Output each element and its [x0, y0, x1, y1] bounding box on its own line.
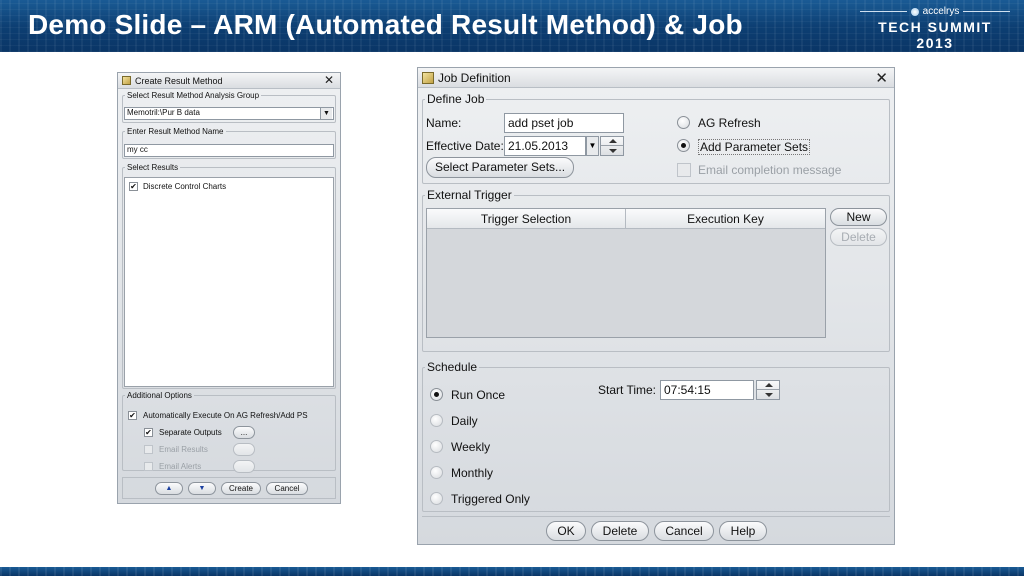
additional-options-section: Additional Options — [122, 391, 336, 471]
create-result-method-dialog: Create Result Method ✕ Select Result Met… — [117, 72, 341, 504]
job-definition-dialog: Job Definition ✕ Define Job Name: add ps… — [417, 67, 895, 545]
method-name-legend: Enter Result Method Name — [127, 127, 224, 136]
move-down-button[interactable]: ▼ — [188, 482, 216, 495]
effective-date-label: Effective Date: — [426, 139, 504, 153]
analysis-group-select[interactable]: Memotril:\Pur B data ▼ — [124, 107, 334, 120]
slide-header: Demo Slide – ARM (Automated Result Metho… — [0, 0, 1024, 52]
email-results-label: Email Results — [159, 445, 208, 454]
chevron-down-icon: ▼ — [320, 108, 332, 119]
add-parameter-sets-label: Add Parameter Sets — [698, 139, 811, 155]
email-alerts-options-button[interactable] — [233, 460, 255, 473]
select-parameter-sets-button[interactable]: Select Parameter Sets... — [426, 157, 574, 178]
slide-title: Demo Slide – ARM (Automated Result Metho… — [28, 9, 743, 40]
dialog-titlebar[interactable]: Create Result Method ✕ — [118, 73, 340, 89]
start-time-spinner[interactable] — [756, 380, 780, 400]
define-job-legend: Define Job — [427, 92, 485, 106]
trigger-table: Trigger Selection Execution Key — [426, 208, 826, 338]
auto-execute-checkbox[interactable]: ✔ — [128, 411, 137, 420]
email-completion-label: Email completion message — [698, 163, 842, 177]
start-time-input[interactable]: 07:54:15 — [660, 380, 754, 400]
email-completion-checkbox[interactable] — [677, 163, 691, 177]
cancel-button[interactable]: Cancel — [266, 482, 308, 495]
email-alerts-checkbox[interactable] — [144, 462, 153, 471]
ag-refresh-label: AG Refresh — [698, 116, 761, 130]
separate-outputs-label: Separate Outputs — [159, 428, 222, 437]
additional-options-legend: Additional Options — [127, 391, 192, 400]
email-alerts-label: Email Alerts — [159, 462, 202, 471]
new-trigger-button[interactable]: New — [830, 208, 887, 226]
dialog-title: Create Result Method — [135, 75, 223, 86]
brand-name: accelrys — [922, 6, 960, 17]
app-cube-icon — [422, 71, 434, 84]
monthly-label: Monthly — [451, 466, 494, 480]
start-time-label: Start Time: — [598, 383, 657, 397]
separate-outputs-checkbox[interactable]: ✔ — [144, 428, 153, 437]
create-button[interactable]: Create — [221, 482, 261, 495]
triggered-only-label: Triggered Only — [451, 492, 530, 506]
close-icon[interactable]: ✕ — [875, 69, 888, 87]
app-cube-icon — [122, 76, 131, 85]
brand-event: TECH SUMMIT 2013 — [878, 19, 992, 51]
result-checkbox[interactable]: ✔ — [129, 182, 138, 191]
effective-date-input[interactable]: 21.05.2013 — [504, 136, 586, 156]
brand-logo: accelrys TECH SUMMIT 2013 — [860, 6, 1010, 51]
select-results-legend: Select Results — [127, 163, 179, 172]
date-dropdown-icon[interactable]: ▼ — [586, 136, 599, 156]
help-button[interactable]: Help — [719, 521, 767, 541]
ok-button[interactable]: OK — [546, 521, 586, 541]
dialog-titlebar[interactable]: Job Definition ✕ — [418, 68, 894, 88]
footer-buttons: ▲ ▼ Create Cancel — [122, 477, 336, 499]
triggered-only-radio[interactable] — [430, 492, 443, 505]
run-once-label: Run Once — [451, 388, 506, 402]
daily-radio[interactable] — [430, 414, 443, 427]
schedule-legend: Schedule — [427, 360, 478, 374]
dialog-footer: OK Delete Cancel Help — [422, 516, 890, 541]
close-icon[interactable]: ✕ — [324, 73, 334, 87]
separate-outputs-options-button[interactable]: ... — [233, 426, 255, 439]
weekly-radio[interactable] — [430, 440, 443, 453]
date-spinner[interactable] — [600, 136, 624, 156]
name-label: Name: — [426, 116, 462, 130]
result-label: Discrete Control Charts — [143, 182, 227, 191]
slide-footer-band — [0, 567, 1024, 576]
trigger-selection-header[interactable]: Trigger Selection — [427, 209, 626, 229]
email-results-checkbox[interactable] — [144, 445, 153, 454]
move-up-button[interactable]: ▲ — [155, 482, 183, 495]
accelrys-logo-icon — [910, 7, 919, 16]
results-list: ✔ Discrete Control Charts — [124, 177, 334, 387]
delete-trigger-button[interactable]: Delete — [830, 228, 887, 246]
email-results-options-button[interactable] — [233, 443, 255, 456]
method-name-input[interactable]: my cc — [124, 144, 334, 157]
monthly-radio[interactable] — [430, 466, 443, 479]
cancel-button[interactable]: Cancel — [654, 521, 714, 541]
analysis-group-value: Memotril:\Pur B data — [127, 108, 200, 117]
auto-execute-label: Automatically Execute On AG Refresh/Add … — [143, 411, 308, 420]
add-parameter-sets-radio[interactable] — [677, 139, 690, 152]
delete-button[interactable]: Delete — [591, 521, 649, 541]
dialog-title: Job Definition — [438, 70, 511, 85]
external-trigger-legend: External Trigger — [427, 188, 512, 202]
weekly-label: Weekly — [451, 440, 491, 454]
analysis-group-legend: Select Result Method Analysis Group — [127, 91, 260, 100]
execution-key-header[interactable]: Execution Key — [626, 209, 825, 229]
ag-refresh-radio[interactable] — [677, 116, 690, 129]
daily-label: Daily — [451, 414, 478, 428]
run-once-radio[interactable] — [430, 388, 443, 401]
job-name-input[interactable]: add pset job — [504, 113, 624, 133]
